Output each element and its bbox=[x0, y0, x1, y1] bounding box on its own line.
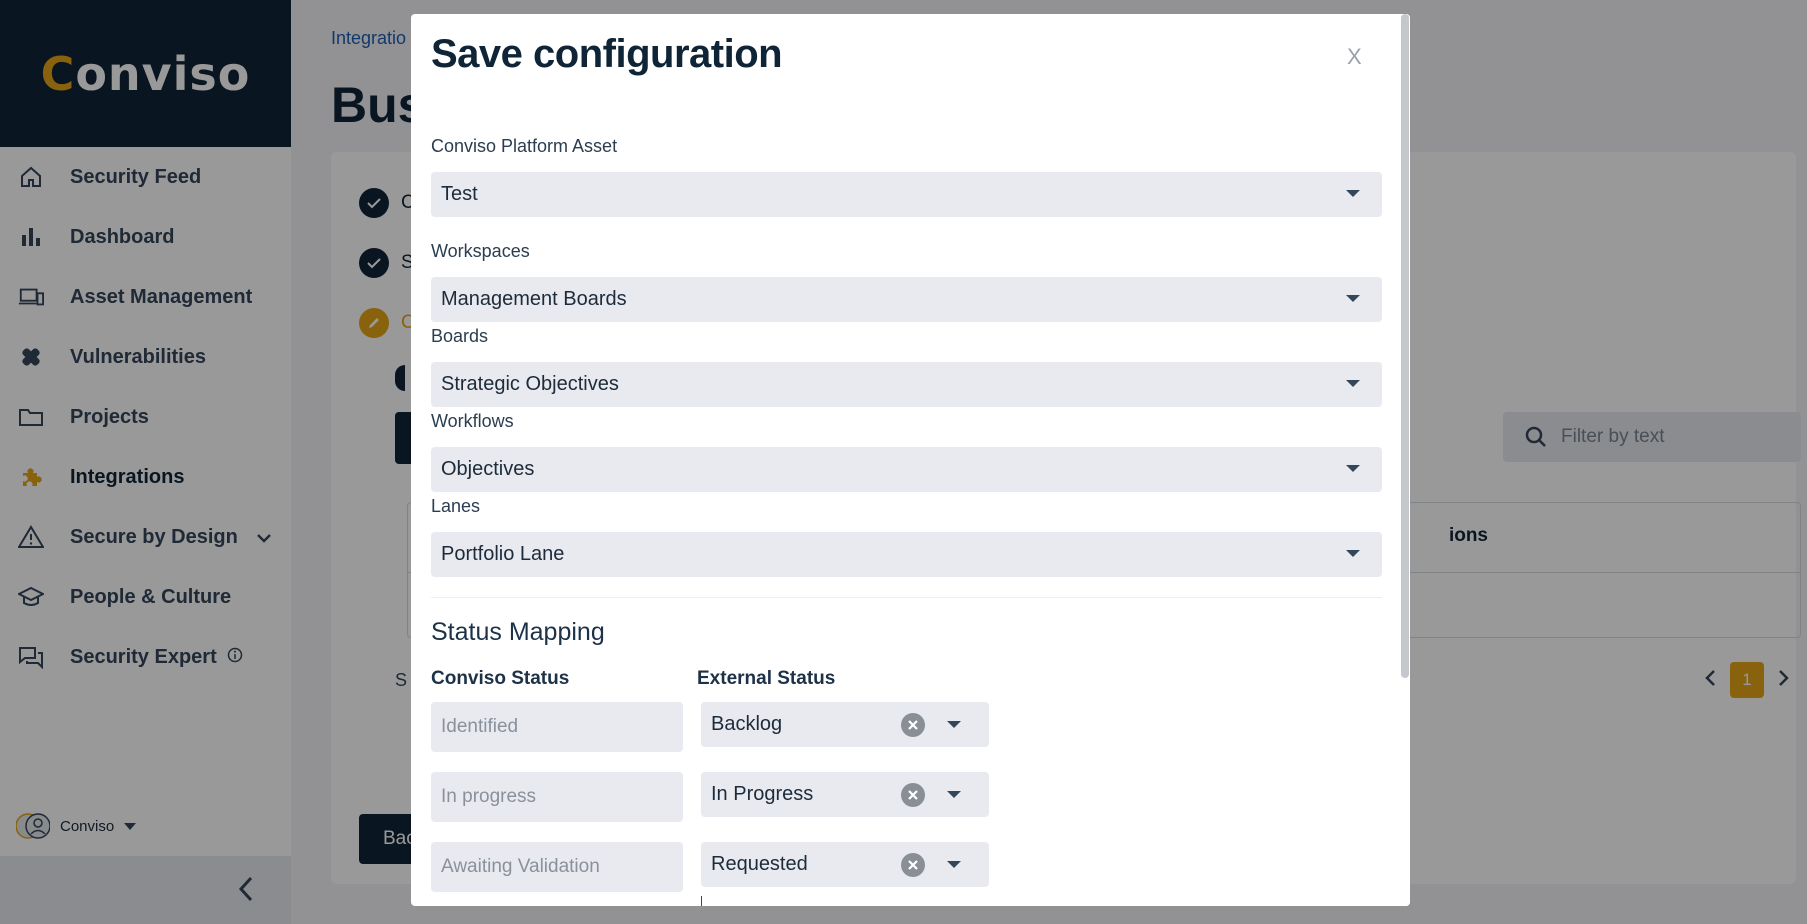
close-button[interactable]: X bbox=[1347, 44, 1362, 70]
caret-down-icon bbox=[947, 861, 961, 868]
text-cursor bbox=[701, 896, 702, 906]
external-status-select[interactable]: Requested bbox=[701, 842, 989, 887]
conviso-status-field: Awaiting Validation bbox=[431, 842, 683, 892]
boards-select[interactable]: Strategic Objectives bbox=[431, 362, 1382, 407]
clear-icon[interactable] bbox=[901, 713, 925, 737]
lanes-value: Portfolio Lane bbox=[441, 543, 565, 565]
modal-scrollbar[interactable] bbox=[1400, 14, 1410, 906]
lanes-label: Lanes bbox=[431, 496, 481, 516]
external-status-value: Requested bbox=[711, 853, 808, 875]
external-status-value: In Progress bbox=[711, 783, 814, 805]
save-configuration-modal: Save configuration X Conviso Platform As… bbox=[411, 14, 1410, 906]
modal-title: Save configuration bbox=[431, 32, 783, 76]
scrollbar-thumb[interactable] bbox=[1401, 14, 1409, 678]
asset-select[interactable]: Test bbox=[431, 172, 1382, 217]
status-mapping-title: Status Mapping bbox=[431, 618, 605, 646]
boards-label: Boards bbox=[431, 326, 489, 346]
lanes-select[interactable]: Portfolio Lane bbox=[431, 532, 1382, 577]
external-status-select[interactable]: In Progress bbox=[701, 772, 989, 817]
caret-down-icon bbox=[947, 791, 961, 798]
divider bbox=[431, 597, 1382, 598]
conviso-status-header: Conviso Status bbox=[431, 668, 570, 689]
conviso-status-field: In progress bbox=[431, 772, 683, 822]
workflows-value: Objectives bbox=[441, 458, 535, 480]
external-status-header: External Status bbox=[697, 668, 836, 689]
clear-icon[interactable] bbox=[901, 853, 925, 877]
caret-down-icon bbox=[1346, 550, 1360, 557]
caret-down-icon bbox=[1346, 380, 1360, 387]
clear-icon[interactable] bbox=[901, 783, 925, 807]
caret-down-icon bbox=[1346, 295, 1360, 302]
workflows-select[interactable]: Objectives bbox=[431, 447, 1382, 492]
asset-value: Test bbox=[441, 183, 478, 205]
workspaces-select[interactable]: Management Boards bbox=[431, 277, 1382, 322]
workflows-label: Workflows bbox=[431, 411, 514, 431]
external-status-value: Backlog bbox=[711, 713, 783, 735]
caret-down-icon bbox=[1346, 465, 1360, 472]
caret-down-icon bbox=[1346, 190, 1360, 197]
caret-down-icon bbox=[947, 721, 961, 728]
external-status-select[interactable]: Backlog bbox=[701, 702, 989, 747]
workspaces-value: Management Boards bbox=[441, 288, 627, 310]
workspaces-label: Workspaces bbox=[431, 241, 530, 261]
conviso-status-field: Identified bbox=[431, 702, 683, 752]
boards-value: Strategic Objectives bbox=[441, 373, 619, 395]
asset-label: Conviso Platform Asset bbox=[431, 136, 618, 156]
